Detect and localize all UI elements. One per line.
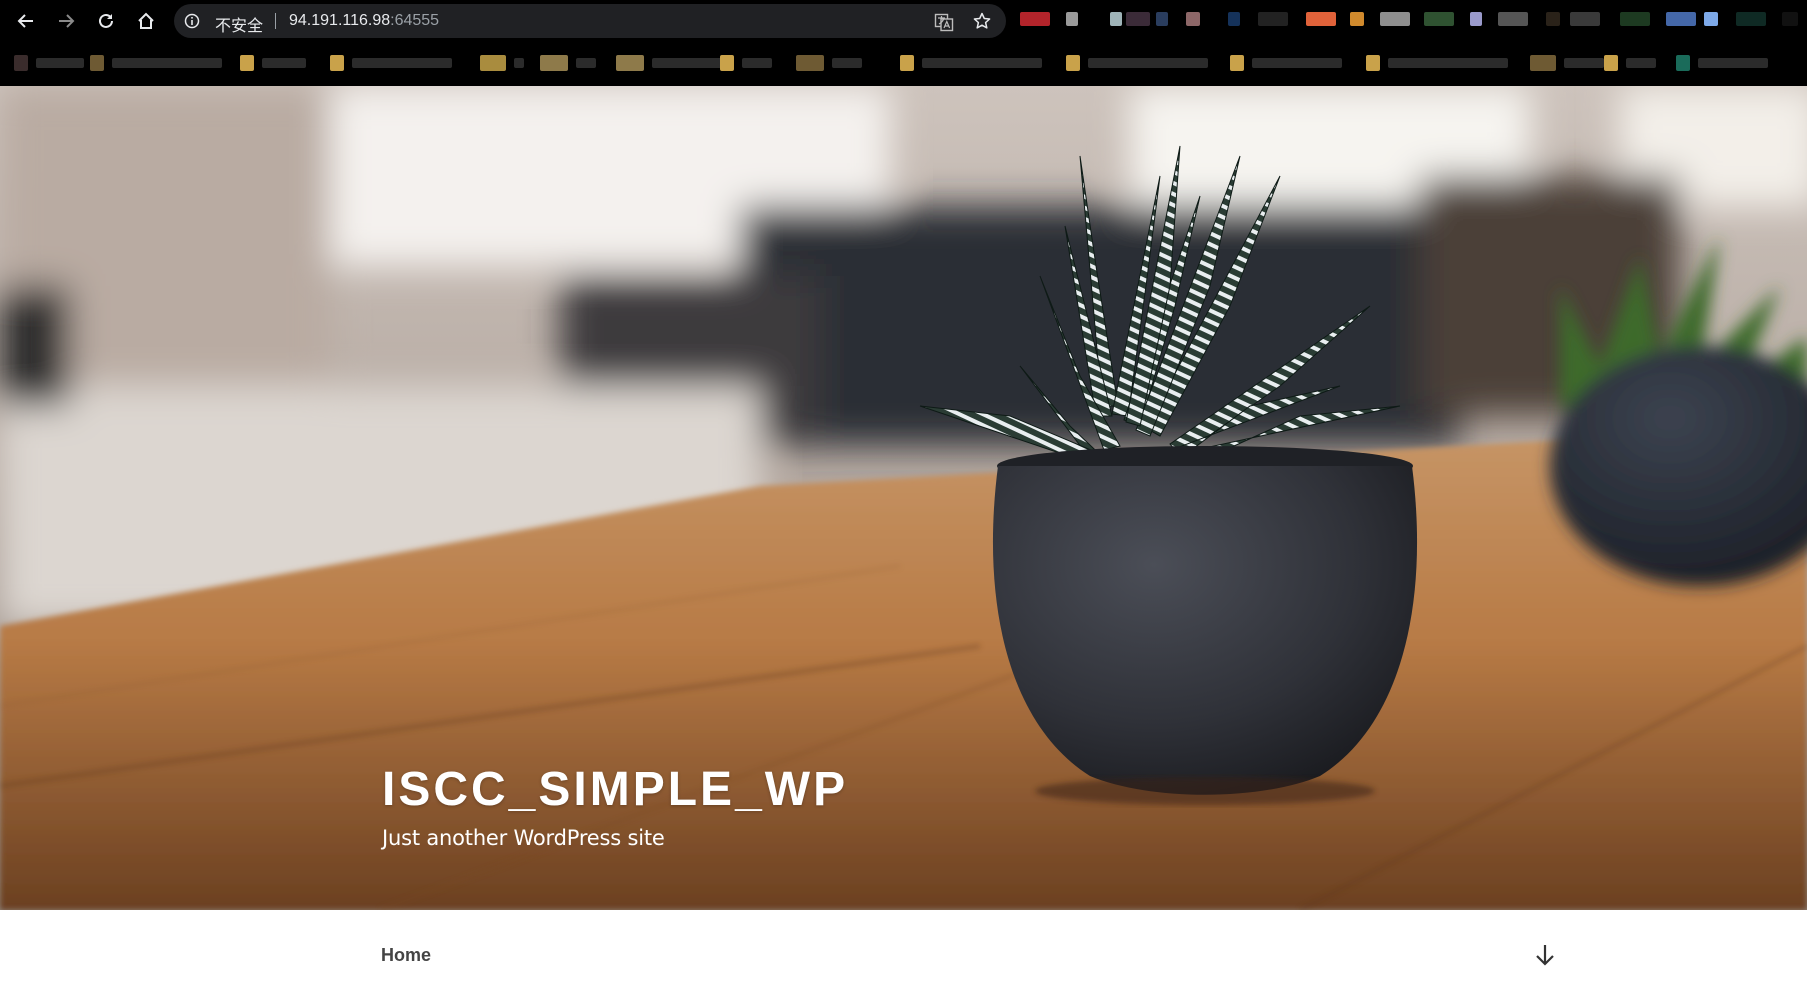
bookmark-item[interactable] [720, 52, 772, 74]
bookmark-item[interactable] [1230, 52, 1342, 74]
extension-icon[interactable] [1666, 12, 1696, 26]
bookmark-item[interactable] [480, 52, 524, 74]
site-branding: ISCC_SIMPLE_WP Just another WordPress si… [382, 766, 848, 851]
site-navigation: Home [0, 910, 1807, 993]
security-label[interactable]: 不安全 [215, 12, 263, 36]
bookmark-item[interactable] [616, 52, 722, 74]
bookmark-label-redacted [112, 58, 222, 68]
extension-icon[interactable] [1704, 12, 1718, 26]
bookmark-favicon [240, 55, 254, 71]
extension-icon[interactable] [1380, 12, 1410, 26]
bookmark-item[interactable] [240, 52, 306, 74]
bookmark-label-redacted [652, 58, 722, 68]
extension-icon[interactable] [1020, 12, 1050, 26]
bookmark-item[interactable] [90, 52, 222, 74]
bookmark-favicon [616, 55, 644, 71]
bookmark-label-redacted [1564, 58, 1604, 68]
bookmark-label-redacted [922, 58, 1042, 68]
bookmark-item[interactable] [1676, 52, 1768, 74]
forward-button[interactable] [54, 9, 78, 33]
site-description: Just another WordPress site [382, 826, 665, 850]
forward-arrow-icon [59, 14, 75, 28]
extension-icon[interactable] [1546, 12, 1560, 26]
bookmark-label-redacted [1698, 58, 1768, 68]
browser-toolbar: 不安全 94.191.116.98:64555 [0, 0, 1807, 42]
bookmark-item[interactable] [1530, 52, 1604, 74]
bookmark-item[interactable] [330, 52, 452, 74]
nav-item-home[interactable]: Home [381, 945, 431, 966]
header-image [0, 86, 1807, 910]
bookmark-item[interactable] [14, 52, 84, 74]
bookmark-favicon [1530, 55, 1556, 71]
bookmark-label-redacted [352, 58, 452, 68]
url-host: 94.191.116.98 [289, 12, 391, 29]
extension-icon[interactable] [1350, 12, 1364, 26]
bookmark-label-redacted [262, 58, 306, 68]
bookmarks-bar [0, 42, 1807, 86]
extension-icon[interactable] [1620, 12, 1650, 26]
reload-button[interactable] [94, 9, 118, 33]
bookmark-favicon [1066, 55, 1080, 71]
home-icon [138, 12, 154, 29]
bookmark-label-redacted [514, 58, 524, 68]
bookmark-item[interactable] [1366, 52, 1508, 74]
bookmark-label-redacted [832, 58, 862, 68]
bookmark-label-redacted [1388, 58, 1508, 68]
bookmark-label-redacted [742, 58, 772, 68]
back-arrow-icon [17, 14, 33, 28]
extension-icon[interactable] [1110, 12, 1122, 26]
bookmark-label-redacted [1088, 58, 1208, 68]
bookmark-favicon [720, 55, 734, 71]
extension-icon[interactable] [1126, 12, 1150, 26]
bookmark-label-redacted [576, 58, 596, 68]
extension-icon[interactable] [1736, 12, 1766, 26]
extension-icon[interactable] [1424, 12, 1454, 26]
extension-icons [1018, 10, 1798, 34]
address-divider [275, 13, 276, 29]
arrow-down-icon[interactable] [1532, 942, 1558, 968]
extension-icon[interactable] [1782, 12, 1798, 26]
bookmark-favicon [90, 55, 104, 71]
bookmark-item[interactable] [1604, 52, 1656, 74]
bookmark-favicon [1676, 55, 1690, 71]
home-button[interactable] [134, 9, 158, 33]
extension-icon[interactable] [1306, 12, 1336, 26]
bookmark-favicon [796, 55, 824, 71]
bookmark-label-redacted [1252, 58, 1342, 68]
translate-icon[interactable] [934, 12, 954, 32]
extension-icon[interactable] [1470, 12, 1482, 26]
bookmark-label-redacted [1626, 58, 1656, 68]
bookmark-favicon [14, 55, 28, 71]
extension-icon[interactable] [1156, 12, 1168, 26]
bookmark-favicon [1230, 55, 1244, 71]
custom-header: ISCC_SIMPLE_WP Just another WordPress si… [0, 86, 1807, 910]
extension-icon[interactable] [1066, 12, 1078, 26]
reload-icon [99, 13, 113, 28]
bookmark-label-redacted [36, 58, 84, 68]
back-button[interactable] [14, 9, 38, 33]
bookmark-favicon [1366, 55, 1380, 71]
bookmark-favicon [900, 55, 914, 71]
extension-icon[interactable] [1228, 12, 1240, 26]
bookmark-favicon [1604, 55, 1618, 71]
extension-icon[interactable] [1186, 12, 1200, 26]
bookmark-favicon [330, 55, 344, 71]
url-port: :64555 [390, 12, 440, 29]
bookmark-favicon [480, 55, 506, 71]
bookmark-item[interactable] [540, 52, 596, 74]
info-icon[interactable] [184, 13, 200, 29]
site-title[interactable]: ISCC_SIMPLE_WP [382, 766, 848, 814]
bookmark-favicon [540, 55, 568, 71]
star-icon[interactable] [972, 11, 992, 31]
url-text[interactable]: 94.191.116.98:64555 [289, 12, 439, 30]
extension-icon[interactable] [1498, 12, 1528, 26]
bookmark-item[interactable] [796, 52, 862, 74]
bookmark-item[interactable] [900, 52, 1042, 74]
extension-icon[interactable] [1570, 12, 1600, 26]
extension-icon[interactable] [1258, 12, 1288, 26]
bookmark-item[interactable] [1066, 52, 1208, 74]
address-bar[interactable]: 不安全 94.191.116.98:64555 [174, 4, 1006, 38]
